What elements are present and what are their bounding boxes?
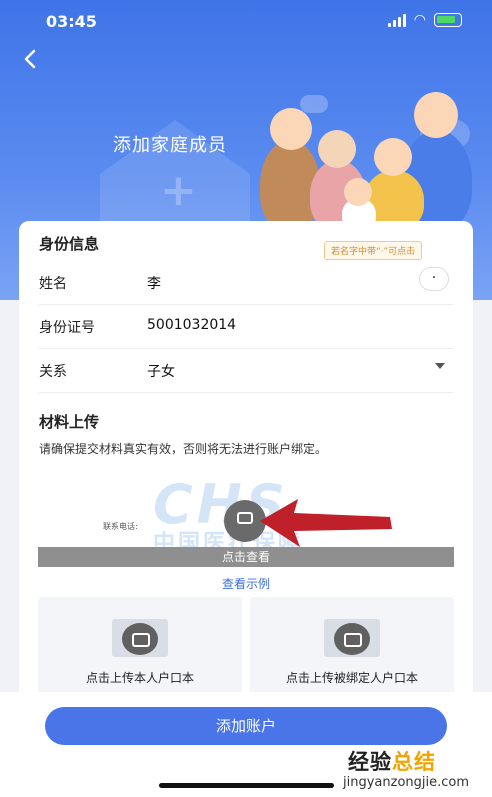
upload-note: 请确保提交材料真实有效，否则将无法进行账户绑定。: [39, 442, 328, 456]
identity-section-title: 身份信息: [39, 235, 100, 253]
signal-icon: [387, 13, 406, 27]
status-bar: 03:45 ◠: [0, 0, 492, 42]
home-indicator: [159, 783, 334, 788]
id-label: 身份证号: [39, 320, 95, 336]
view-example-link[interactable]: 查看示例: [19, 575, 473, 592]
battery-charging-icon: [434, 13, 462, 27]
dot-name-tip: 若名字中带“·”可点击: [324, 241, 423, 260]
status-time: 03:45: [46, 12, 97, 31]
camera-icon: [334, 623, 370, 655]
upload-section-title: 材料上传: [39, 413, 100, 431]
upload-bound-hukou-button[interactable]: 点击上传被绑定人户口本: [250, 597, 454, 701]
relation-row[interactable]: 关系 子女: [39, 349, 453, 393]
name-field[interactable]: 李: [147, 273, 161, 293]
id-number-field[interactable]: 5001032014: [147, 317, 236, 333]
footer: 添加账户 经验总结 jingyanzongjie.com: [0, 692, 492, 797]
name-row: 姓名 李 ·: [39, 261, 453, 305]
chevron-down-icon[interactable]: [435, 363, 445, 369]
upload-bound-label: 点击上传被绑定人户口本: [285, 671, 418, 685]
page-title: 添加家庭成员: [113, 135, 227, 156]
add-account-button[interactable]: 添加账户: [45, 707, 447, 745]
camera-glyph: [237, 512, 253, 524]
wifi-icon: ◠: [413, 12, 426, 28]
family-illustration: [252, 80, 482, 230]
back-button[interactable]: [18, 46, 44, 72]
relation-select[interactable]: 子女: [147, 361, 175, 381]
brand-watermark: 经验总结: [348, 750, 436, 774]
divider: [39, 392, 453, 393]
sample-image[interactable]: CHS 中国医疗保障 联系电话: 点击查看: [38, 473, 454, 567]
middle-dot-button[interactable]: ·: [419, 267, 449, 291]
upload-self-hukou-button[interactable]: 点击上传本人户口本: [38, 597, 242, 701]
medical-cross-icon: +: [160, 165, 197, 216]
watermark-url: jingyanzongjie.com: [343, 775, 470, 790]
name-label: 姓名: [39, 276, 67, 292]
contact-label: 联系电话:: [103, 522, 138, 531]
view-button[interactable]: 点击查看: [38, 547, 454, 567]
id-row: 身份证号 5001032014: [39, 305, 453, 349]
chevron-left-icon: [24, 49, 36, 69]
upload-self-label: 点击上传本人户口本: [85, 671, 194, 685]
form-card: 身份信息 若名字中带“·”可点击 姓名 李 · 身份证号 5001032014 …: [19, 221, 473, 701]
camera-icon: [122, 623, 158, 655]
red-arrow-annotation: [260, 499, 392, 547]
relation-label: 关系: [39, 364, 67, 380]
